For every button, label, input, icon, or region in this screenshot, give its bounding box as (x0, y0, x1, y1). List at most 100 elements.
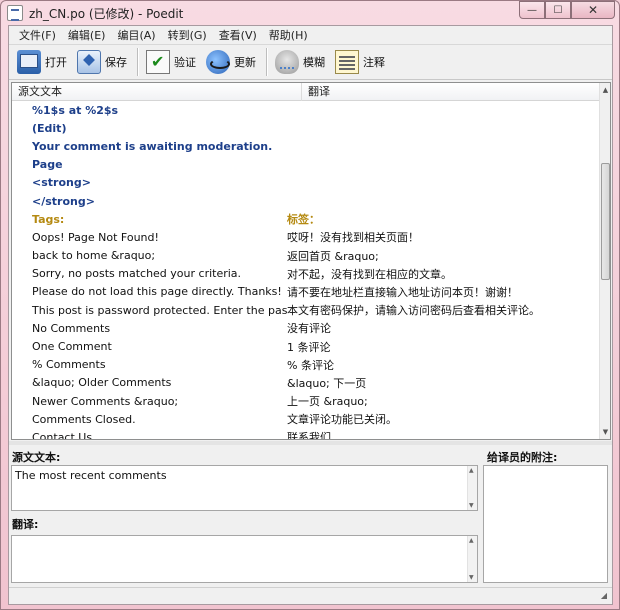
toolbar: 打开 保存 验证 更新 模糊 注释 (9, 44, 612, 80)
validate-label: 验证 (174, 56, 196, 69)
list-row[interactable]: This post is password protected. Enter t… (12, 301, 600, 319)
list-row[interactable]: Oops! Page Not Found! 哎呀！没有找到相关页面！ (12, 228, 600, 246)
scroll-thumb[interactable] (601, 163, 610, 280)
maximize-button[interactable]: ☐ (545, 1, 571, 19)
open-button[interactable]: 打开 (13, 47, 71, 77)
row-source-text: Sorry, no posts matched your criteria. (32, 267, 242, 281)
row-translation-text: 标签： (287, 213, 320, 227)
notes-label: 给译员的附注: (487, 451, 558, 464)
save-button[interactable]: 保存 (73, 47, 131, 77)
list-row[interactable]: (Edit) (12, 119, 600, 137)
row-source-text: (Edit) (32, 121, 67, 135)
row-translation-text: 联系我们 (287, 431, 331, 440)
menu-view[interactable]: 查看(V) (213, 27, 263, 43)
resize-grip-icon[interactable]: ◢ (598, 590, 610, 602)
list-row[interactable]: No Comments 没有评论 (12, 319, 600, 337)
comment-button[interactable]: 注释 (331, 47, 389, 77)
menu-edit[interactable]: 编辑(E) (62, 27, 112, 43)
row-source-text: Please do not load this page directly. T… (32, 285, 282, 299)
validate-button[interactable]: 验证 (142, 47, 200, 77)
panel-splitter[interactable] (9, 441, 612, 445)
row-source-text: Comments Closed. (32, 412, 136, 426)
update-label: 更新 (234, 56, 256, 69)
row-source-text: Oops! Page Not Found! (32, 230, 159, 244)
list-scrollbar[interactable]: ▲ ▼ (599, 83, 610, 439)
checkmark-icon (146, 50, 170, 74)
row-translation-text: &laquo; 下一页 (287, 376, 367, 390)
row-translation-text: 上一页 &raquo; (287, 395, 368, 409)
menu-bar: 文件(F) 编辑(E) 编目(A) 转到(G) 查看(V) 帮助(H) (9, 26, 612, 44)
row-source-text: No Comments (32, 321, 111, 335)
menu-file[interactable]: 文件(F) (13, 27, 62, 43)
row-source-text: Your comment is awaiting moderation. (32, 139, 273, 153)
list-row[interactable]: % Comments % 条评论 (12, 356, 600, 374)
translation-list[interactable]: 源文文本 翻译 %1$s at %2$s (Edit) Your comment i… (11, 82, 611, 440)
translation-text-box[interactable] (11, 535, 478, 583)
list-row[interactable]: Comments Closed. 文章评论功能已关闭。 (12, 410, 600, 428)
list-row[interactable]: Your comment is awaiting moderation. (12, 137, 600, 155)
translation-label: 翻译: (12, 518, 39, 531)
source-text-scrollbar[interactable] (467, 466, 477, 510)
minimize-button[interactable]: — (519, 1, 545, 19)
column-header-source[interactable]: 源文文本 (12, 83, 302, 101)
list-row[interactable]: Tags: 标签： (12, 210, 600, 228)
scroll-down-arrow-icon[interactable]: ▼ (600, 425, 610, 439)
app-window: zh_CN.po (已修改) - Poedit — ☐ ✕ 文件(F) 编辑(E… (0, 0, 620, 610)
row-source-text: One Comment (32, 340, 112, 354)
menu-help[interactable]: 帮助(H) (263, 27, 314, 43)
list-row[interactable]: One Comment 1 条评论 (12, 337, 600, 355)
fuzzy-button[interactable]: 模糊 (271, 47, 329, 77)
list-row[interactable]: back to home &raquo; 返回首页 &raquo; (12, 247, 600, 265)
row-translation-text: 哎呀！没有找到相关页面！ (287, 231, 419, 245)
source-text-value: The most recent comments (15, 469, 167, 482)
row-source-text: back to home &raquo; (32, 249, 156, 263)
row-source-text: Newer Comments &raquo; (32, 394, 179, 408)
list-row[interactable]: Sorry, no posts matched your criteria. 对不… (12, 265, 600, 283)
toolbar-separator (137, 48, 138, 76)
poedit-app-icon (7, 5, 23, 21)
save-label: 保存 (105, 56, 127, 69)
row-translation-text: % 条评论 (287, 358, 334, 372)
list-row[interactable]: </strong> (12, 192, 600, 210)
source-text-label: 源文文本: (12, 451, 61, 464)
window-title: zh_CN.po (已修改) - Poedit (29, 7, 184, 21)
row-source-text: <strong> (32, 176, 91, 190)
editor-panel: 源文文本: The most recent comments 翻译: 给译员的附… (9, 446, 612, 584)
save-icon (77, 50, 101, 74)
open-label: 打开 (45, 56, 67, 69)
row-source-text: Page (32, 158, 63, 172)
row-source-text: This post is password protected. Enter t… (32, 303, 287, 317)
list-row[interactable]: %1$s at %2$s (12, 101, 600, 119)
row-source-text: Tags: (32, 212, 65, 226)
row-translation-text: 文章评论功能已关闭。 (287, 413, 397, 427)
row-translation-text: 没有评论 (287, 322, 331, 336)
row-translation-text: 请不要在地址栏直接输入地址访问本页！谢谢！ (287, 285, 518, 299)
menu-catalog[interactable]: 编目(A) (111, 27, 161, 43)
status-bar: ◢ (9, 587, 612, 604)
translation-text-scrollbar[interactable] (467, 536, 477, 582)
row-translation-text: 1 条评论 (287, 340, 331, 354)
window-controls: — ☐ ✕ (519, 1, 615, 19)
list-row[interactable]: &laquo; Older Comments &laquo; 下一页 (12, 374, 600, 392)
close-button[interactable]: ✕ (571, 1, 615, 19)
list-row[interactable]: Newer Comments &raquo; 上一页 &raquo; (12, 392, 600, 410)
title-bar[interactable]: zh_CN.po (已修改) - Poedit — ☐ ✕ (1, 1, 619, 25)
column-header-translation[interactable]: 翻译 (302, 83, 600, 101)
row-source-text: Contact Us (32, 430, 93, 440)
list-header: 源文文本 翻译 (12, 83, 600, 101)
list-body: %1$s at %2$s (Edit) Your comment is awaiti… (12, 101, 600, 440)
row-source-text: % Comments (32, 358, 106, 372)
open-folder-icon (17, 50, 41, 74)
list-row[interactable]: Contact Us 联系我们 (12, 428, 600, 440)
notes-text-box[interactable] (483, 465, 608, 583)
menu-goto[interactable]: 转到(G) (162, 27, 213, 43)
scroll-up-arrow-icon[interactable]: ▲ (600, 83, 610, 97)
list-row[interactable]: <strong> (12, 174, 600, 192)
list-row[interactable]: Page (12, 156, 600, 174)
globe-update-icon (206, 50, 230, 74)
update-button[interactable]: 更新 (202, 47, 260, 77)
source-text-box[interactable]: The most recent comments (11, 465, 478, 511)
row-source-text: &laquo; Older Comments (32, 376, 172, 390)
list-row[interactable]: Please do not load this page directly. T… (12, 283, 600, 301)
row-translation-text: 本文有密码保护，请输入访问密码后查看相关评论。 (287, 304, 540, 318)
